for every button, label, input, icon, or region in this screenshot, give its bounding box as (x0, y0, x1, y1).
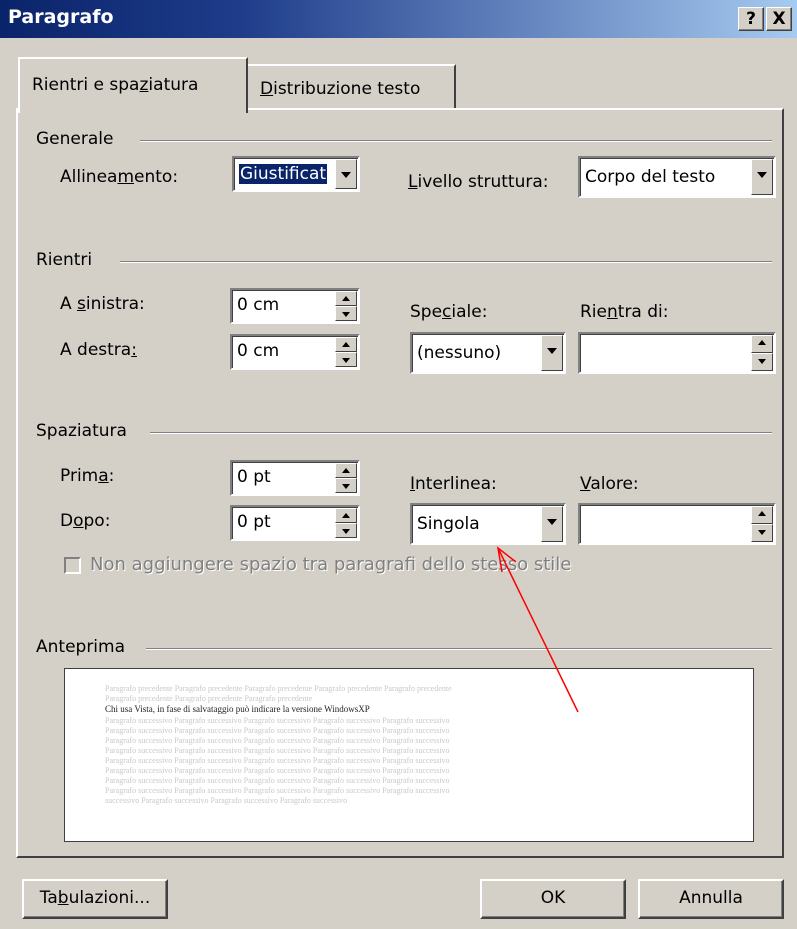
window-title: Paragrafo (8, 6, 114, 28)
tab-rientri-spaziatura[interactable]: Rientri e spaziatura (18, 57, 248, 113)
preview-previous-paragraph: Paragrafo precedente Paragrafo precedent… (105, 684, 452, 693)
outline-level-select[interactable]: Corpo del testo (578, 156, 776, 198)
outline-level-label: Livello struttura: (408, 172, 549, 192)
space-after-spinner[interactable]: 0 pt (230, 505, 360, 541)
ok-button[interactable]: OK (480, 879, 626, 919)
space-before-label: Prima: (60, 466, 115, 486)
spin-down-icon[interactable] (751, 353, 773, 371)
alignment-select[interactable]: Giustificat (232, 156, 360, 192)
left-indent-label: A sinistra: (60, 294, 145, 314)
line-spacing-label: Interlinea: (410, 474, 497, 494)
title-bar (0, 0, 797, 38)
no-space-same-style-checkbox[interactable] (64, 557, 81, 574)
preview-next-paragraph: Paragrafo successivo Paragrafo successiv… (105, 736, 450, 745)
chevron-down-icon[interactable] (541, 506, 563, 542)
chevron-down-icon[interactable] (335, 159, 357, 189)
spin-up-icon[interactable] (751, 506, 773, 524)
spin-up-icon[interactable] (751, 335, 773, 353)
special-indent-label: Speciale: (410, 302, 488, 322)
preview-next-paragraph: Paragrafo successivo Paragrafo successiv… (105, 716, 450, 725)
chevron-down-icon[interactable] (541, 335, 563, 371)
special-indent-select[interactable]: (nessuno) (410, 332, 566, 374)
spaziatura-group-label: Spaziatura (36, 421, 135, 441)
right-indent-label: A destra: (60, 340, 137, 360)
right-indent-spinner[interactable]: 0 cm (230, 334, 360, 370)
no-space-same-style-label: Non aggiungere spazio tra paragrafi dell… (90, 554, 572, 575)
alignment-label: Allineamento: (60, 167, 179, 187)
preview-next-paragraph: Paragrafo successivo Paragrafo successiv… (105, 726, 450, 735)
chevron-down-icon[interactable] (751, 159, 773, 195)
spin-down-icon[interactable] (335, 523, 357, 538)
spin-up-icon[interactable] (335, 508, 357, 523)
close-button[interactable]: X (766, 7, 792, 31)
space-after-label: Dopo: (60, 511, 111, 531)
anteprima-divider (146, 648, 772, 650)
preview-next-paragraph: Paragrafo successivo Paragrafo successiv… (105, 756, 450, 765)
preview-next-paragraph: Paragrafo successivo Paragrafo successiv… (105, 776, 450, 785)
help-button[interactable]: ? (738, 7, 764, 31)
cancel-button[interactable]: Annulla (638, 879, 784, 919)
spin-up-icon[interactable] (335, 291, 357, 306)
line-spacing-at-spinner[interactable] (578, 503, 776, 545)
rientri-group-label: Rientri (36, 250, 101, 270)
generale-divider (140, 140, 772, 142)
preview-next-paragraph: Paragrafo successivo Paragrafo successiv… (105, 786, 450, 795)
spin-down-icon[interactable] (751, 524, 773, 542)
left-indent-spinner[interactable]: 0 cm (230, 288, 360, 324)
indent-by-label: Rientra di: (580, 302, 669, 322)
indent-by-spinner[interactable] (578, 332, 776, 374)
preview-next-paragraph: Paragrafo successivo Paragrafo successiv… (105, 766, 450, 775)
preview-previous-paragraph: Paragrafo precedente Paragrafo precedent… (105, 694, 313, 703)
line-spacing-at-label: Valore: (580, 474, 639, 494)
tabs-button[interactable]: Tabulazioni... (22, 879, 168, 919)
space-before-spinner[interactable]: 0 pt (230, 460, 360, 496)
spaziatura-divider (150, 432, 772, 434)
spin-down-icon[interactable] (335, 306, 357, 321)
preview-next-paragraph: Paragrafo successivo Paragrafo successiv… (105, 746, 450, 755)
line-spacing-select[interactable]: Singola (410, 503, 566, 545)
preview-box: Paragrafo precedente Paragrafo precedent… (64, 668, 754, 842)
preview-next-paragraph: successivo Paragrafo successivo Paragraf… (105, 796, 348, 805)
spin-down-icon[interactable] (335, 478, 357, 493)
anteprima-group-label: Anteprima (36, 637, 134, 657)
spin-up-icon[interactable] (335, 337, 357, 352)
generale-group-label: Generale (36, 129, 122, 149)
rientri-divider (120, 261, 772, 263)
spin-up-icon[interactable] (335, 463, 357, 478)
spin-down-icon[interactable] (335, 352, 357, 367)
tab-distribuzione-testo[interactable]: Distribuzione testo (246, 64, 456, 110)
preview-current-paragraph: Chi usa Vista, in fase di salvataggio pu… (105, 704, 370, 714)
